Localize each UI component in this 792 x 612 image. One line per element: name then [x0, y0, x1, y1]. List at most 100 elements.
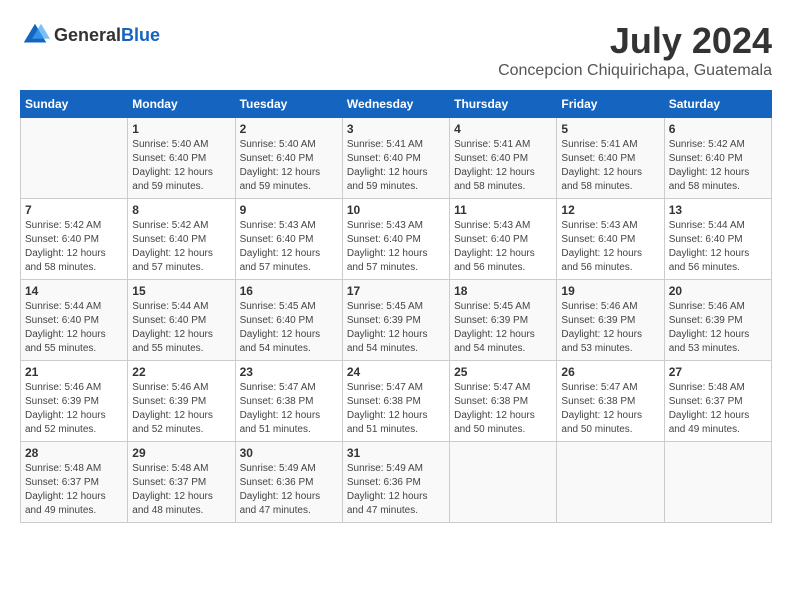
calendar-cell: 16 Sunrise: 5:45 AM Sunset: 6:40 PM Dayli…: [235, 280, 342, 361]
header-tuesday: Tuesday: [235, 91, 342, 118]
day-info: Sunrise: 5:44 AM Sunset: 6:40 PM Dayligh…: [132, 300, 230, 356]
logo: GeneralBlue: [20, 20, 160, 50]
month-title: July 2024: [498, 20, 772, 62]
header-wednesday: Wednesday: [342, 91, 449, 118]
day-info: Sunrise: 5:43 AM Sunset: 6:40 PM Dayligh…: [347, 219, 445, 275]
day-info: Sunrise: 5:48 AM Sunset: 6:37 PM Dayligh…: [669, 381, 767, 437]
calendar-cell: 7 Sunrise: 5:42 AM Sunset: 6:40 PM Daylig…: [21, 199, 128, 280]
day-number: 23: [240, 365, 338, 379]
header-sunday: Sunday: [21, 91, 128, 118]
day-info: Sunrise: 5:45 AM Sunset: 6:39 PM Dayligh…: [454, 300, 552, 356]
day-number: 14: [25, 284, 123, 298]
day-number: 4: [454, 122, 552, 136]
calendar-cell: 9Sunrise: 5:43 AM Sunset: 6:40 PM Daylig…: [235, 199, 342, 280]
week-row-0: 1 Sunrise: 5:40 AM Sunset: 6:40 PM Daylig…: [21, 118, 772, 199]
week-row-1: 7 Sunrise: 5:42 AM Sunset: 6:40 PM Daylig…: [21, 199, 772, 280]
day-info: Sunrise: 5:41 AM Sunset: 6:40 PM Dayligh…: [454, 138, 552, 194]
day-info: Sunrise: 5:47 AM Sunset: 6:38 PM Dayligh…: [454, 381, 552, 437]
day-info: Sunrise: 5:46 AM Sunset: 6:39 PM Dayligh…: [561, 300, 659, 356]
day-number: 21: [25, 365, 123, 379]
day-number: 7: [25, 203, 123, 217]
day-number: 3: [347, 122, 445, 136]
calendar-cell: 23 Sunrise: 5:47 AM Sunset: 6:38 PM Dayli…: [235, 361, 342, 442]
header-thursday: Thursday: [450, 91, 557, 118]
title-area: July 2024 Concepcion Chiquirichapa, Guat…: [498, 20, 772, 80]
calendar-cell: 1 Sunrise: 5:40 AM Sunset: 6:40 PM Daylig…: [128, 118, 235, 199]
day-info: Sunrise: 5:46 AM Sunset: 6:39 PM Dayligh…: [669, 300, 767, 356]
calendar-cell: 3 Sunrise: 5:41 AM Sunset: 6:40 PM Daylig…: [342, 118, 449, 199]
day-info: Sunrise: 5:47 AM Sunset: 6:38 PM Dayligh…: [347, 381, 445, 437]
calendar-cell: 19 Sunrise: 5:46 AM Sunset: 6:39 PM Dayli…: [557, 280, 664, 361]
days-header-row: SundayMondayTuesdayWednesdayThursdayFrid…: [21, 91, 772, 118]
day-info: Sunrise: 5:41 AM Sunset: 6:40 PM Dayligh…: [347, 138, 445, 194]
calendar-cell: 12Sunrise: 5:43 AM Sunset: 6:40 PM Dayli…: [557, 199, 664, 280]
day-info: Sunrise: 5:48 AM Sunset: 6:37 PM Dayligh…: [132, 462, 230, 518]
day-number: 24: [347, 365, 445, 379]
calendar-cell: 10 Sunrise: 5:43 AM Sunset: 6:40 PM Dayli…: [342, 199, 449, 280]
calendar-cell: 6Sunrise: 5:42 AM Sunset: 6:40 PM Daylig…: [664, 118, 771, 199]
day-number: 28: [25, 446, 123, 460]
day-number: 1: [132, 122, 230, 136]
calendar-cell: 20 Sunrise: 5:46 AM Sunset: 6:39 PM Dayli…: [664, 280, 771, 361]
day-number: 29: [132, 446, 230, 460]
day-number: 15: [132, 284, 230, 298]
calendar-cell: 14Sunrise: 5:44 AM Sunset: 6:40 PM Dayli…: [21, 280, 128, 361]
day-number: 5: [561, 122, 659, 136]
calendar-cell: 13 Sunrise: 5:44 AM Sunset: 6:40 PM Dayli…: [664, 199, 771, 280]
day-info: Sunrise: 5:44 AM Sunset: 6:40 PM Dayligh…: [669, 219, 767, 275]
calendar-cell: 24 Sunrise: 5:47 AM Sunset: 6:38 PM Dayli…: [342, 361, 449, 442]
calendar-cell: 17 Sunrise: 5:45 AM Sunset: 6:39 PM Dayli…: [342, 280, 449, 361]
day-info: Sunrise: 5:45 AM Sunset: 6:40 PM Dayligh…: [240, 300, 338, 356]
day-number: 18: [454, 284, 552, 298]
calendar-cell: 11 Sunrise: 5:43 AM Sunset: 6:40 PM Dayli…: [450, 199, 557, 280]
day-number: 31: [347, 446, 445, 460]
calendar-cell: [21, 118, 128, 199]
day-info: Sunrise: 5:45 AM Sunset: 6:39 PM Dayligh…: [347, 300, 445, 356]
day-number: 22: [132, 365, 230, 379]
day-number: 25: [454, 365, 552, 379]
day-info: Sunrise: 5:40 AM Sunset: 6:40 PM Dayligh…: [132, 138, 230, 194]
day-number: 13: [669, 203, 767, 217]
day-number: 30: [240, 446, 338, 460]
calendar-cell: 4 Sunrise: 5:41 AM Sunset: 6:40 PM Daylig…: [450, 118, 557, 199]
header-saturday: Saturday: [664, 91, 771, 118]
calendar-cell: [450, 442, 557, 523]
day-info: Sunrise: 5:48 AM Sunset: 6:37 PM Dayligh…: [25, 462, 123, 518]
calendar-cell: 27 Sunrise: 5:48 AM Sunset: 6:37 PM Dayli…: [664, 361, 771, 442]
day-info: Sunrise: 5:49 AM Sunset: 6:36 PM Dayligh…: [347, 462, 445, 518]
day-number: 8: [132, 203, 230, 217]
week-row-2: 14 Sunrise: 5:44 AM Sunset: 6:40 PM Dayli…: [21, 280, 772, 361]
day-number: 10: [347, 203, 445, 217]
day-info: Sunrise: 5:49 AM Sunset: 6:36 PM Dayligh…: [240, 462, 338, 518]
day-info: Sunrise: 5:43 AM Sunset: 6:40 PM Dayligh…: [561, 219, 659, 275]
day-number: 27: [669, 365, 767, 379]
day-number: 26: [561, 365, 659, 379]
calendar-cell: 30 Sunrise: 5:49 AM Sunset: 6:36 PM Dayli…: [235, 442, 342, 523]
day-info: Sunrise: 5:43 AM Sunset: 6:40 PM Dayligh…: [454, 219, 552, 275]
calendar-cell: 5 Sunrise: 5:41 AM Sunset: 6:40 PM Daylig…: [557, 118, 664, 199]
day-info: Sunrise: 5:41 AM Sunset: 6:40 PM Dayligh…: [561, 138, 659, 194]
logo-text: GeneralBlue: [54, 25, 160, 46]
location-title: Concepcion Chiquirichapa, Guatemala: [498, 62, 772, 80]
calendar-cell: 25 Sunrise: 5:47 AM Sunset: 6:38 PM Dayli…: [450, 361, 557, 442]
calendar-cell: 21 Sunrise: 5:46 AM Sunset: 6:39 PM Dayli…: [21, 361, 128, 442]
week-row-3: 21 Sunrise: 5:46 AM Sunset: 6:39 PM Dayli…: [21, 361, 772, 442]
day-info: Sunrise: 5:42 AM Sunset: 6:40 PM Dayligh…: [25, 219, 123, 275]
day-number: 16: [240, 284, 338, 298]
day-number: 11: [454, 203, 552, 217]
day-number: 17: [347, 284, 445, 298]
calendar-cell: 22Sunrise: 5:46 AM Sunset: 6:39 PM Dayli…: [128, 361, 235, 442]
day-number: 19: [561, 284, 659, 298]
day-number: 2: [240, 122, 338, 136]
day-info: Sunrise: 5:42 AM Sunset: 6:40 PM Dayligh…: [132, 219, 230, 275]
calendar-table: SundayMondayTuesdayWednesdayThursdayFrid…: [20, 90, 772, 523]
day-info: Sunrise: 5:43 AM Sunset: 6:40 PM Dayligh…: [240, 219, 338, 275]
calendar-cell: 31 Sunrise: 5:49 AM Sunset: 6:36 PM Dayli…: [342, 442, 449, 523]
calendar-cell: [664, 442, 771, 523]
day-number: 20: [669, 284, 767, 298]
calendar-cell: 2Sunrise: 5:40 AM Sunset: 6:40 PM Daylig…: [235, 118, 342, 199]
day-info: Sunrise: 5:46 AM Sunset: 6:39 PM Dayligh…: [25, 381, 123, 437]
day-info: Sunrise: 5:47 AM Sunset: 6:38 PM Dayligh…: [561, 381, 659, 437]
day-number: 6: [669, 122, 767, 136]
day-info: Sunrise: 5:47 AM Sunset: 6:38 PM Dayligh…: [240, 381, 338, 437]
